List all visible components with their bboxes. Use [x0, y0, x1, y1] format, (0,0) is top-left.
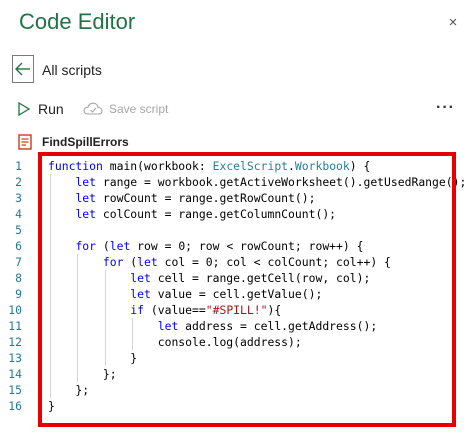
back-arrow-icon [15, 62, 30, 76]
code-text: console.log(address); [48, 335, 302, 349]
code-line[interactable]: 16} [0, 398, 467, 414]
code-text: let rowCount = range.getRowCount(); [75, 191, 316, 205]
line-number: 4 [15, 207, 22, 221]
line-number: 1 [15, 159, 22, 173]
code-text: }; [48, 383, 90, 397]
code-text: } [48, 399, 55, 413]
code-line[interactable]: 1 function main(workbook: ExcelScript.Wor… [0, 158, 467, 174]
line-number: 3 [15, 191, 22, 205]
line-number: 15 [8, 383, 22, 397]
code-text: } [48, 351, 138, 365]
code-line[interactable]: 13 } [0, 350, 467, 366]
line-number: 5 [15, 223, 22, 237]
play-icon [18, 102, 30, 116]
code-text: let value = cell.getValue(); [130, 287, 323, 301]
line-number: 13 [8, 351, 22, 365]
code-text: function main(workbook: ExcelScript.Work… [48, 159, 371, 173]
code-line[interactable]: 6 for (let row = 0; row < rowCount; row+… [0, 238, 467, 254]
save-script-label: Save script [109, 102, 169, 116]
indent-guide [77, 254, 79, 382]
code-text: let cell = range.getCell(row, col); [130, 271, 371, 285]
line-number: 10 [8, 303, 22, 317]
save-script-button[interactable]: Save script [83, 99, 168, 119]
line-number: 11 [8, 319, 22, 333]
line-number: 6 [15, 239, 22, 253]
indent-guide [50, 174, 51, 398]
close-icon[interactable]: × [446, 15, 460, 30]
line-number: 12 [8, 335, 22, 349]
code-text: let range = workbook.getActiveWorksheet(… [75, 175, 467, 189]
cloud-save-icon [83, 102, 103, 115]
script-file-icon [18, 134, 32, 150]
code-line[interactable]: 5 [0, 222, 467, 238]
script-name: FindSpillErrors [42, 135, 129, 149]
code-text: if (value=="#SPILL!"){ [130, 303, 282, 317]
code-text: let colCount = range.getColumnCount(); [75, 207, 337, 221]
back-button[interactable] [12, 55, 34, 83]
code-text: let address = cell.getAddress(); [157, 319, 378, 333]
more-icon[interactable]: ··· [436, 100, 455, 116]
code-line[interactable]: 11 let address = cell.getAddress(); [0, 318, 467, 334]
script-title-row: FindSpillErrors [18, 133, 129, 151]
code-line[interactable]: 2 let range = workbook.getActiveWorkshee… [0, 174, 467, 190]
code-line[interactable]: 9 let value = cell.getValue(); [0, 286, 467, 302]
indent-guide [104, 270, 106, 366]
line-number: 16 [8, 399, 22, 413]
line-number: 14 [8, 367, 22, 381]
code-line[interactable]: 4 let colCount = range.getColumnCount(); [0, 206, 467, 222]
code-text: for (let col = 0; col < colCount; col++)… [102, 255, 391, 269]
line-number: 2 [15, 175, 22, 189]
run-button[interactable]: Run [18, 99, 64, 119]
code-line[interactable]: 12 console.log(address); [0, 334, 467, 350]
code-editor[interactable]: 1 function main(workbook: ExcelScript.Wor… [0, 155, 467, 447]
code-line[interactable]: 14 }; [0, 366, 467, 382]
code-line[interactable]: 7 for (let col = 0; col < colCount; col+… [0, 254, 467, 270]
code-line[interactable]: 8 let cell = range.getCell(row, col); [0, 270, 467, 286]
code-line[interactable]: 3 let rowCount = range.getRowCount(); [0, 190, 467, 206]
code-text: }; [48, 367, 117, 381]
line-number: 8 [15, 271, 22, 285]
line-number: 7 [15, 255, 22, 269]
indent-guide [132, 318, 134, 350]
code-line[interactable]: 15 }; [0, 382, 467, 398]
code-line[interactable]: 10 if (value=="#SPILL!"){ [0, 302, 467, 318]
all-scripts-link[interactable]: All scripts [42, 62, 102, 78]
line-number: 9 [15, 287, 22, 301]
page-title: Code Editor [19, 9, 136, 34]
run-label: Run [38, 101, 64, 117]
code-text: for (let row = 0; row < rowCount; row++)… [75, 239, 364, 253]
